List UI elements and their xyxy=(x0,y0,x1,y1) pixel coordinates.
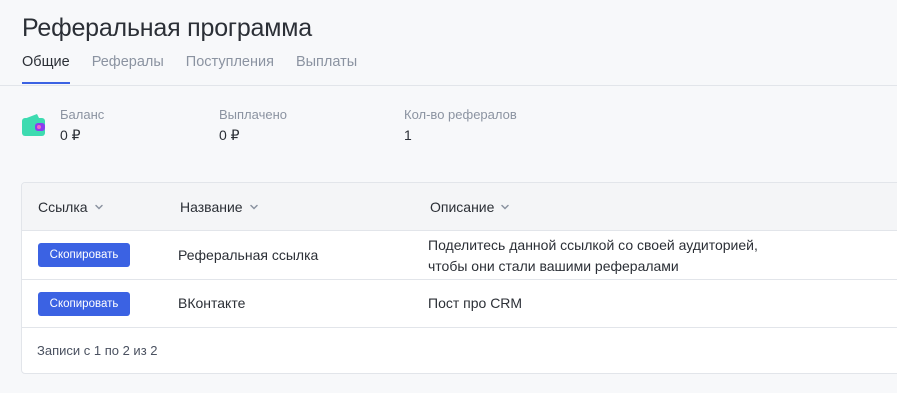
column-name-header[interactable]: Название xyxy=(180,199,259,215)
column-link-label: Ссылка xyxy=(38,199,88,215)
table-row: Скопировать ВКонтакте Пост про CRM xyxy=(22,280,897,328)
table-row: Скопировать Реферальная ссылка Поделитес… xyxy=(22,231,897,280)
row-description: Поделитесь данной ссылкой со своей аудит… xyxy=(428,235,758,277)
wallet-icon xyxy=(22,114,45,136)
tabs-bar: Общие Рефералы Поступления Выплаты xyxy=(22,54,357,84)
row-description-line: Поделитесь данной ссылкой со своей аудит… xyxy=(428,237,758,253)
stat-referrals-label: Кол-во рефералов xyxy=(404,107,517,122)
chevron-down-icon xyxy=(249,204,258,210)
stat-referrals-value: 1 xyxy=(404,127,412,143)
column-link-header[interactable]: Ссылка xyxy=(38,199,104,215)
column-description-label: Описание xyxy=(430,199,495,215)
stat-referrals-count: Кол-во рефералов 1 xyxy=(404,107,517,145)
chevron-down-icon xyxy=(501,204,510,210)
page-title: Реферальная программа xyxy=(22,14,312,42)
tab-general[interactable]: Общие xyxy=(22,54,70,84)
tabs-divider xyxy=(0,85,897,86)
links-table: Ссылка Название Описание Скопировать Реф… xyxy=(21,182,897,374)
tab-referrals[interactable]: Рефералы xyxy=(92,54,164,84)
tab-payouts[interactable]: Выплаты xyxy=(296,54,357,84)
column-description-header[interactable]: Описание xyxy=(430,199,510,215)
tab-incomes[interactable]: Поступления xyxy=(186,54,274,84)
stat-balance: Баланс 0 ₽ xyxy=(60,107,104,145)
referral-program-page: Реферальная программа Общие Рефералы Пос… xyxy=(0,0,897,393)
stat-paid: Выплачено 0 ₽ xyxy=(219,107,287,145)
stat-paid-value: 0 ₽ xyxy=(219,127,240,143)
stat-balance-value: 0 ₽ xyxy=(60,127,81,143)
stat-paid-label: Выплачено xyxy=(219,107,287,122)
pagination-info: Записи с 1 по 2 из 2 xyxy=(37,343,158,358)
row-description-line: чтобы они стали вашими рефералами xyxy=(428,258,679,274)
row-name: ВКонтакте xyxy=(178,295,246,311)
table-header: Ссылка Название Описание xyxy=(22,183,897,231)
stat-balance-label: Баланс xyxy=(60,107,105,122)
chevron-down-icon xyxy=(94,204,103,210)
copy-link-button[interactable]: Скопировать xyxy=(38,243,130,267)
column-name-label: Название xyxy=(180,199,243,215)
copy-link-button[interactable]: Скопировать xyxy=(38,292,130,316)
row-description: Пост про CRM xyxy=(428,295,523,311)
row-name: Реферальная ссылка xyxy=(178,247,319,263)
